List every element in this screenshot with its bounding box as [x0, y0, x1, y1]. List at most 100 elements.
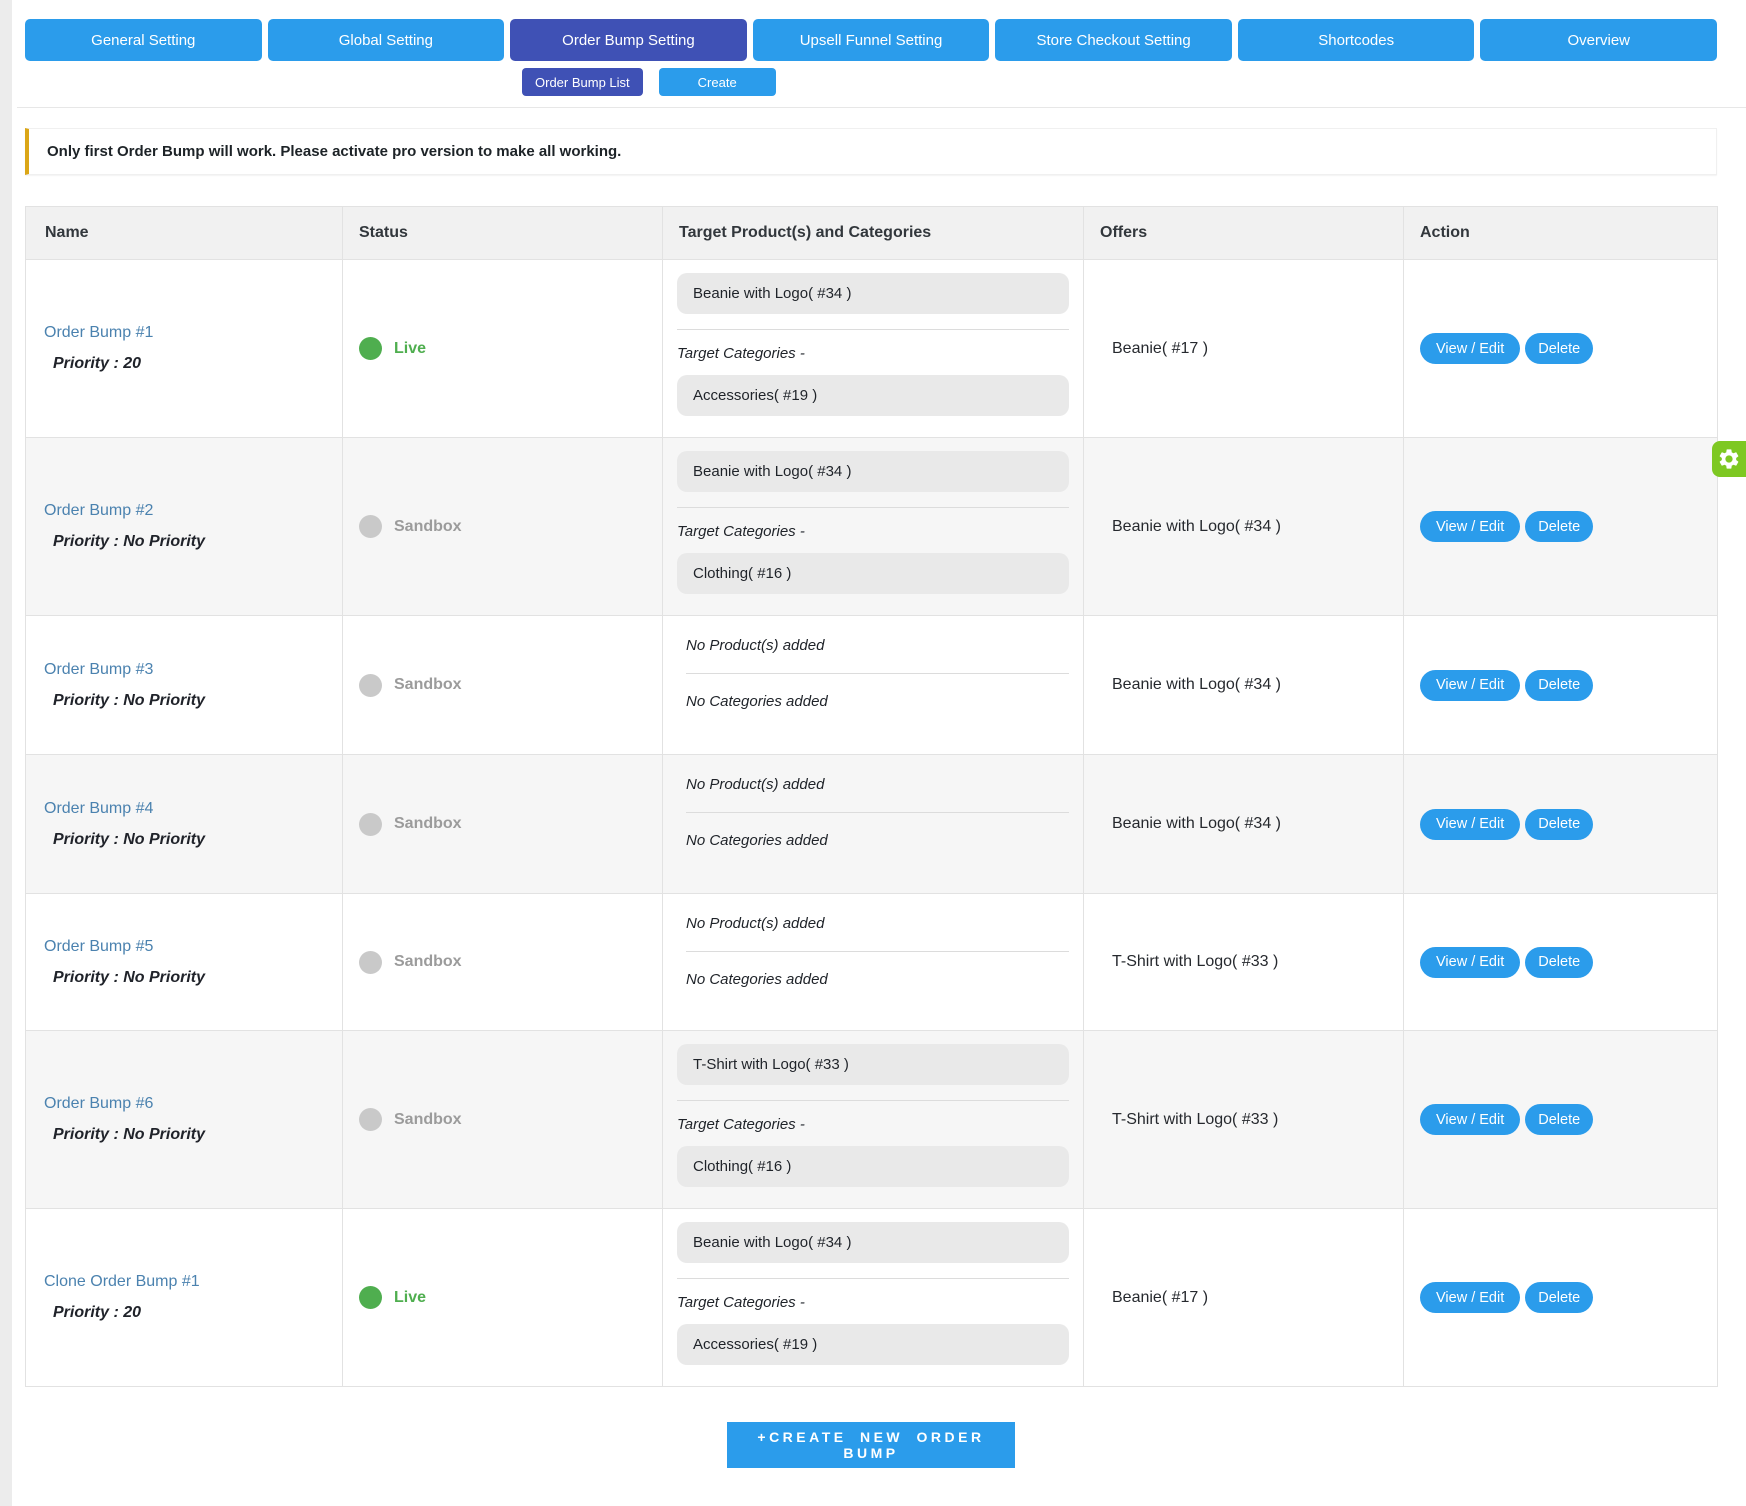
subtab-create[interactable]: Create	[658, 68, 776, 96]
target-cell: Beanie with Logo( #34 ) Target Categories…	[662, 437, 1084, 616]
action-cell: View / Edit Delete	[1403, 754, 1718, 894]
target-divider	[677, 329, 1069, 330]
table-row: Clone Order Bump #1 Priority : 20 Live Bean…	[25, 1208, 1718, 1387]
delete-button[interactable]: Delete	[1525, 511, 1594, 542]
offer-product-label: Beanie with Logo( #34 )	[1112, 676, 1281, 693]
order-bump-name-link[interactable]: Order Bump #4	[44, 800, 153, 818]
tab-overview[interactable]: Overview	[1480, 19, 1718, 61]
target-divider	[686, 951, 1069, 952]
target-cell: T-Shirt with Logo( #33 ) Target Categorie…	[662, 1030, 1084, 1209]
action-cell: View / Edit Delete	[1403, 893, 1718, 1031]
order-bump-table-wrap: Name Status Target Product(s) and Catego…	[25, 206, 1718, 1387]
view-edit-button[interactable]: View / Edit	[1420, 333, 1521, 364]
target-product-chip: Beanie with Logo( #34 )	[677, 451, 1069, 492]
target-divider	[686, 812, 1069, 813]
target-divider	[677, 1278, 1069, 1279]
tab-shortcodes[interactable]: Shortcodes	[1237, 19, 1475, 61]
tab-general-setting[interactable]: General Setting	[25, 19, 262, 61]
offers-cell: Beanie with Logo( #34 )	[1083, 615, 1404, 755]
view-edit-button[interactable]: View / Edit	[1420, 669, 1521, 701]
order-bump-name-link[interactable]: Order Bump #1	[44, 324, 153, 342]
view-edit-button[interactable]: View / Edit	[1420, 1104, 1521, 1135]
name-cell: Order Bump #3 Priority : No Priority	[25, 615, 343, 755]
status-label: Sandbox	[394, 1110, 462, 1128]
order-bump-name-link[interactable]: Order Bump #6	[44, 1095, 153, 1113]
status-cell: Live	[342, 259, 663, 438]
tab-store-checkout-setting[interactable]: Store Checkout Setting	[995, 19, 1232, 61]
target-divider	[677, 1100, 1069, 1101]
offer-product-label: Beanie with Logo( #34 )	[1112, 517, 1281, 535]
delete-button[interactable]: Delete	[1525, 333, 1594, 364]
target-product-chip: Beanie with Logo( #34 )	[677, 273, 1069, 314]
offers-cell: Beanie with Logo( #34 )	[1083, 437, 1404, 616]
target-categories-label: Target Categories -	[677, 523, 805, 540]
tab-order-bump-setting[interactable]: Order Bump Setting	[510, 19, 747, 61]
status-label: Sandbox	[394, 815, 462, 832]
target-divider	[677, 507, 1069, 508]
no-products-label: No Product(s) added	[686, 637, 825, 654]
action-cell: View / Edit Delete	[1403, 437, 1718, 616]
order-bump-name-link[interactable]: Order Bump #5	[44, 938, 153, 956]
target-category-chip: Accessories( #19 )	[677, 1324, 1069, 1365]
name-cell: Order Bump #6 Priority : No Priority	[25, 1030, 343, 1209]
no-products-label: No Product(s) added	[686, 915, 825, 932]
view-edit-button[interactable]: View / Edit	[1420, 511, 1521, 542]
target-category-chip: Clothing( #16 )	[677, 1146, 1069, 1187]
status-label: Sandbox	[394, 953, 462, 970]
status-dot-icon	[359, 812, 382, 836]
delete-button[interactable]: Delete	[1525, 1282, 1594, 1313]
offers-cell: Beanie( #17 )	[1083, 259, 1404, 438]
offer-product-label: Beanie( #17 )	[1112, 1288, 1209, 1306]
priority-label: Priority : 20	[53, 355, 142, 372]
order-bump-name-link[interactable]: Order Bump #3	[44, 661, 153, 679]
status-dot-icon	[359, 1108, 382, 1131]
offer-product-label: Beanie( #17 )	[1112, 339, 1209, 357]
delete-button[interactable]: Delete	[1525, 946, 1594, 978]
target-cell: No Product(s) added No Categories added	[662, 754, 1084, 894]
priority-label: Priority : No Priority	[53, 691, 206, 709]
subtab-order-bump-list[interactable]: Order Bump List	[522, 68, 643, 96]
name-cell: Order Bump #5 Priority : No Priority	[25, 893, 343, 1031]
notice-text: Only first Order Bump will work. Please …	[47, 143, 622, 160]
create-button-area: +CREATE NEW ORDER BUMP	[25, 1422, 1717, 1468]
settings-gear-button[interactable]	[1712, 441, 1746, 477]
view-edit-button[interactable]: View / Edit	[1420, 808, 1521, 840]
create-new-order-bump-button[interactable]: +CREATE NEW ORDER BUMP	[727, 1422, 1015, 1468]
table-row: Order Bump #6 Priority : No Priority Sandb…	[25, 1030, 1718, 1209]
target-categories-label: Target Categories -	[677, 1294, 805, 1311]
status-dot-icon	[359, 673, 382, 697]
no-categories-label: No Categories added	[686, 832, 828, 849]
status-cell: Sandbox	[342, 754, 663, 894]
status-label: Live	[394, 339, 427, 357]
order-bump-name-link[interactable]: Clone Order Bump #1	[44, 1273, 200, 1291]
table-row: Order Bump #3 Priority : No Priority Sandb…	[25, 615, 1718, 755]
priority-label: Priority : No Priority	[53, 830, 206, 848]
delete-button[interactable]: Delete	[1525, 1104, 1594, 1135]
table-header-row: Name Status Target Product(s) and Catego…	[25, 206, 1718, 260]
target-category-chip: Clothing( #16 )	[677, 553, 1069, 594]
target-cell: Beanie with Logo( #34 ) Target Categories…	[662, 1208, 1084, 1387]
status-label: Sandbox	[394, 676, 462, 693]
delete-button[interactable]: Delete	[1525, 669, 1594, 701]
delete-button[interactable]: Delete	[1525, 808, 1594, 840]
tab-upsell-funnel-setting[interactable]: Upsell Funnel Setting	[752, 19, 990, 61]
view-edit-button[interactable]: View / Edit	[1420, 1282, 1521, 1313]
order-bump-name-link[interactable]: Order Bump #2	[44, 502, 153, 520]
view-edit-button[interactable]: View / Edit	[1420, 946, 1521, 978]
status-cell: Sandbox	[342, 893, 663, 1031]
tab-global-setting[interactable]: Global Setting	[267, 19, 505, 61]
status-label: Sandbox	[394, 517, 462, 535]
offers-cell: Beanie( #17 )	[1083, 1208, 1404, 1387]
header-status: Status	[342, 206, 663, 260]
header-offers: Offers	[1083, 206, 1404, 260]
offer-product-label: T-Shirt with Logo( #33 )	[1112, 1110, 1279, 1128]
pro-version-notice: Only first Order Bump will work. Please …	[25, 128, 1717, 175]
action-cell: View / Edit Delete	[1403, 1030, 1718, 1209]
status-dot-icon	[359, 515, 382, 538]
target-cell: No Product(s) added No Categories added	[662, 893, 1084, 1031]
status-cell: Sandbox	[342, 615, 663, 755]
action-cell: View / Edit Delete	[1403, 1208, 1718, 1387]
table-row: Order Bump #5 Priority : No Priority Sandb…	[25, 893, 1718, 1031]
target-category-chip: Accessories( #19 )	[677, 375, 1069, 416]
header-target: Target Product(s) and Categories	[662, 206, 1084, 260]
